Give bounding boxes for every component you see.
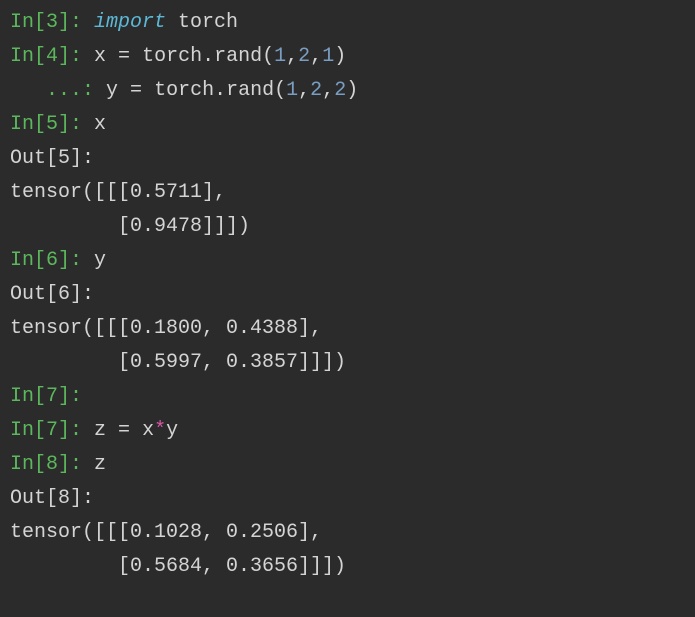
variable: z	[94, 419, 106, 442]
number-literal: 2	[334, 79, 346, 102]
output-line: [0.9478]]])	[10, 210, 685, 244]
code-line-10: In[8]: z	[10, 448, 685, 482]
code-line-4: In[5]: x	[10, 108, 685, 142]
prompt-in: In[7]:	[10, 385, 82, 408]
keyword-import: import	[94, 11, 166, 34]
variable: x	[94, 45, 106, 68]
number-literal: 1	[286, 79, 298, 102]
variable: y	[106, 79, 118, 102]
tensor-output: [0.5684, 0.3656]]])	[10, 555, 346, 578]
assign-op: =	[118, 419, 130, 442]
function-call: torch.rand	[154, 79, 274, 102]
variable: y	[94, 249, 106, 272]
prompt-out: Out[5]:	[10, 147, 94, 170]
output-line: [0.5997, 0.3857]]])	[10, 346, 685, 380]
module-name: torch	[178, 11, 238, 34]
variable: y	[166, 419, 178, 442]
output-line: tensor([[[0.5711],	[10, 176, 685, 210]
tensor-output: tensor([[[0.1800, 0.4388],	[10, 317, 322, 340]
multiply-op: *	[154, 419, 166, 442]
number-literal: 2	[298, 45, 310, 68]
number-literal: 1	[322, 45, 334, 68]
prompt-in: In[8]:	[10, 453, 94, 476]
variable: z	[94, 453, 106, 476]
code-line-1: In[3]: import torch	[10, 6, 685, 40]
function-call: torch.rand	[142, 45, 262, 68]
tensor-output: tensor([[[0.1028, 0.2506],	[10, 521, 322, 544]
tensor-output: tensor([[[0.5711],	[10, 181, 226, 204]
code-line-8: In[7]:	[10, 380, 685, 414]
variable: x	[142, 419, 154, 442]
prompt-out: Out[8]:	[10, 487, 94, 510]
code-line-9: In[7]: z = x*y	[10, 414, 685, 448]
prompt-in: In[5]:	[10, 113, 94, 136]
output-line: [0.5684, 0.3656]]])	[10, 550, 685, 584]
output-line: tensor([[[0.1800, 0.4388],	[10, 312, 685, 346]
number-literal: 1	[274, 45, 286, 68]
prompt-out: Out[6]:	[10, 283, 94, 306]
code-line-7: Out[6]:	[10, 278, 685, 312]
prompt-in: In[4]:	[10, 45, 94, 68]
continuation-prompt: ...:	[10, 79, 106, 102]
prompt-in: In[7]:	[10, 419, 94, 442]
prompt-in: In[3]:	[10, 11, 94, 34]
number-literal: 2	[310, 79, 322, 102]
tensor-output: [0.5997, 0.3857]]])	[10, 351, 346, 374]
tensor-output: [0.9478]]])	[10, 215, 250, 238]
assign-op: =	[118, 45, 130, 68]
output-line: tensor([[[0.1028, 0.2506],	[10, 516, 685, 550]
code-line-5: Out[5]:	[10, 142, 685, 176]
variable: x	[94, 113, 106, 136]
code-line-6: In[6]: y	[10, 244, 685, 278]
assign-op: =	[130, 79, 142, 102]
prompt-in: In[6]:	[10, 249, 94, 272]
code-line-3: ...: y = torch.rand(1,2,2)	[10, 74, 685, 108]
code-line-11: Out[8]:	[10, 482, 685, 516]
code-line-2: In[4]: x = torch.rand(1,2,1)	[10, 40, 685, 74]
